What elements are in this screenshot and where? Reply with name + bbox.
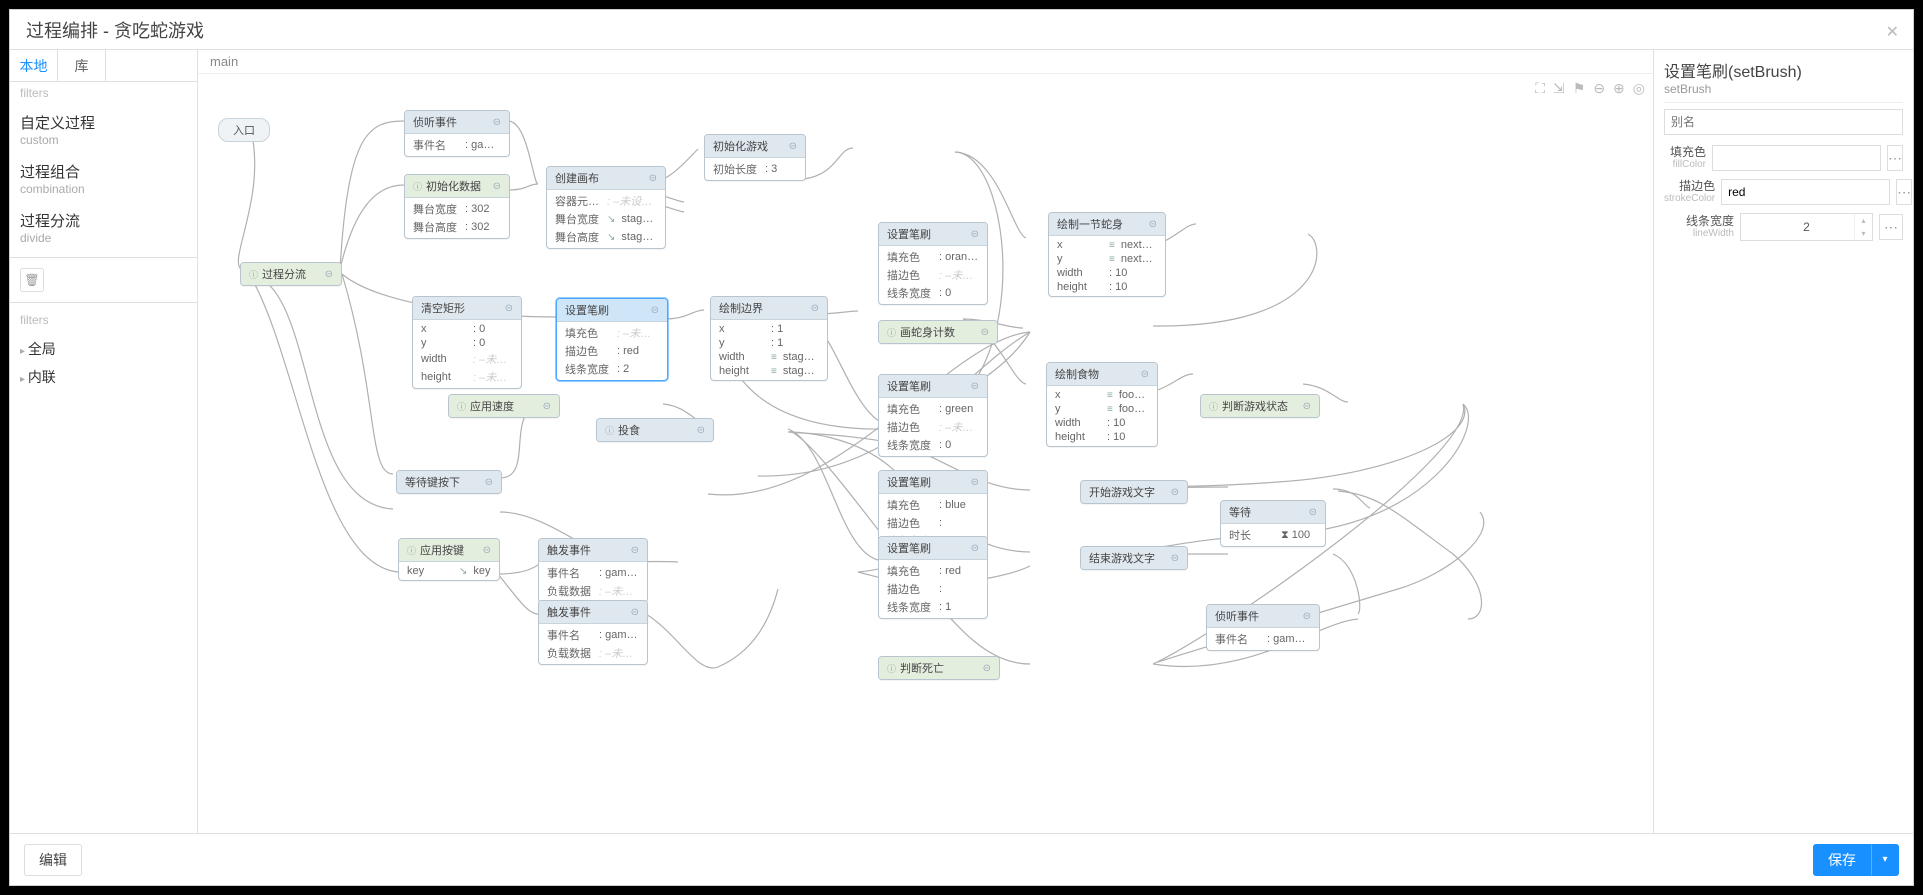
- node-end-text[interactable]: 结束游戏文字⊝: [1080, 546, 1188, 570]
- node-brush-orange[interactable]: 设置笔刷⊝填充色: orange描边色: –未设置–线条宽度: 0: [878, 222, 988, 305]
- edit-button[interactable]: 编辑: [24, 844, 82, 876]
- tree-global[interactable]: 全局: [20, 335, 187, 363]
- tab-library[interactable]: 库: [58, 50, 106, 81]
- fullscreen-icon[interactable]: ⛶: [1535, 80, 1545, 97]
- breadcrumb: main: [198, 50, 1653, 74]
- more-icon[interactable]: ⋯: [1879, 214, 1903, 240]
- canvas[interactable]: ⛶ ⇲ ⚑ ⊖ ⊕ ◎: [198, 74, 1653, 833]
- node-draw-snake-seg[interactable]: 绘制一节蛇身⊝x≡nextDrawPos.y≡nextDrawPos.width…: [1048, 212, 1166, 297]
- node-wait-key[interactable]: 等待键按下⊝: [396, 470, 502, 494]
- filters-input-1[interactable]: filters: [10, 82, 197, 104]
- footer: 编辑 保存 ▾: [10, 833, 1913, 885]
- alias-input[interactable]: [1664, 109, 1903, 135]
- flag-icon[interactable]: ⚑: [1573, 80, 1586, 97]
- app-window: 过程编排 - 贪吃蛇游戏 ✕ 本地 库 filters 自定义过程custom …: [9, 9, 1914, 886]
- node-apply-key[interactable]: ⓘ应用按键⊝key↘key: [398, 538, 500, 581]
- node-trigger-reset[interactable]: 触发事件⊝事件名: game-reset负载数据: –未设置–: [538, 538, 648, 603]
- node-init-game[interactable]: 初始化游戏⊝初始长度: 3: [704, 134, 806, 181]
- node-judge-state[interactable]: ⓘ判断游戏状态⊝: [1200, 394, 1320, 418]
- save-button[interactable]: 保存: [1813, 844, 1871, 876]
- close-icon[interactable]: ✕: [1886, 22, 1899, 42]
- node-brush-red-selected[interactable]: 设置笔刷⊝填充色: –未设置–描边色: red线条宽度: 2: [556, 298, 668, 381]
- cat-combination[interactable]: 过程组合: [20, 155, 187, 182]
- step-up-icon: ▴: [1855, 214, 1872, 227]
- cat-divide[interactable]: 过程分流: [20, 204, 187, 231]
- node-listen-2[interactable]: 侦听事件⊝事件名: game-start: [1206, 604, 1320, 651]
- more-icon[interactable]: ⋯: [1896, 179, 1912, 205]
- zoom-out-icon[interactable]: ⊖: [1593, 80, 1605, 97]
- inspector-panel: 设置笔刷(setBrush) setBrush 填充色fillColor ⋯ 描…: [1653, 50, 1913, 833]
- node-start-text[interactable]: 开始游戏文字⊝: [1080, 480, 1188, 504]
- cat-custom[interactable]: 自定义过程: [20, 106, 187, 133]
- canvas-toolbar: ⛶ ⇲ ⚑ ⊖ ⊕ ◎: [1535, 80, 1645, 97]
- save-dropdown-icon[interactable]: ▾: [1871, 844, 1899, 876]
- left-tabs: 本地 库: [10, 50, 197, 82]
- left-panel: 本地 库 filters 自定义过程custom 过程组合combination…: [10, 50, 198, 833]
- tree-inline[interactable]: 内联: [20, 363, 187, 391]
- node-wait[interactable]: 等待⊝时长⧗ 100: [1220, 500, 1326, 547]
- node-draw-border[interactable]: 绘制边界⊝x: 1y: 1width≡stageWidth –height≡st…: [710, 296, 828, 381]
- step-down-icon: ▾: [1855, 227, 1872, 240]
- node-listen-1[interactable]: 侦听事件⊝事件名: game-reset: [404, 110, 510, 157]
- collapse-icon[interactable]: ⇲: [1553, 80, 1565, 97]
- node-create-canvas[interactable]: 创建画布⊝容器元…: –未设置–舞台宽度↘stageWidth舞台高度↘stag…: [546, 166, 666, 249]
- collapse-icon: ⊝: [325, 269, 333, 280]
- node-feed[interactable]: ⓘ投食⊝: [596, 418, 714, 442]
- node-trigger-start[interactable]: 触发事件⊝事件名: game-start负载数据: –未设置–: [538, 600, 648, 665]
- stroke-color-input[interactable]: [1721, 179, 1890, 205]
- zoom-in-icon[interactable]: ⊕: [1613, 80, 1625, 97]
- node-flow-split[interactable]: ⓘ过程分流⊝: [240, 262, 342, 286]
- node-brush-red2[interactable]: 设置笔刷⊝填充色: red描边色:线条宽度: 1: [878, 536, 988, 619]
- node-brush-green[interactable]: 设置笔刷⊝填充色: green描边色: –未设置–线条宽度: 0: [878, 374, 988, 457]
- inspector-title: 设置笔刷(setBrush): [1664, 58, 1903, 82]
- entry-node[interactable]: 入口: [218, 118, 270, 142]
- node-draw-food[interactable]: 绘制食物⊝x≡food.x * 10y≡food.y * 10width: 10…: [1046, 362, 1158, 447]
- node-draw-snake-count[interactable]: ⓘ画蛇身计数⊝: [878, 320, 998, 344]
- title-bar: 过程编排 - 贪吃蛇游戏 ✕: [10, 10, 1913, 50]
- more-icon[interactable]: ⋯: [1887, 145, 1903, 171]
- line-width-input[interactable]: 2▴▾: [1740, 213, 1873, 241]
- node-clear-rect[interactable]: 清空矩形⊝x: 0y: 0width: –未设置–height: –未设置–: [412, 296, 522, 389]
- node-init-data[interactable]: ⓘ初始化数据⊝舞台宽度: 302舞台高度: 302: [404, 174, 510, 239]
- filters-input-2[interactable]: filters: [10, 309, 197, 331]
- node-apply-speed[interactable]: ⓘ应用速度⊝: [448, 394, 560, 418]
- trash-icon[interactable]: 🗑: [20, 268, 44, 292]
- window-title: 过程编排 - 贪吃蛇游戏: [26, 17, 204, 43]
- tab-local[interactable]: 本地: [10, 50, 58, 81]
- fit-icon[interactable]: ◎: [1633, 80, 1645, 97]
- fill-color-input[interactable]: [1712, 145, 1881, 171]
- node-judge-death[interactable]: ⓘ判断死亡⊝: [878, 656, 1000, 680]
